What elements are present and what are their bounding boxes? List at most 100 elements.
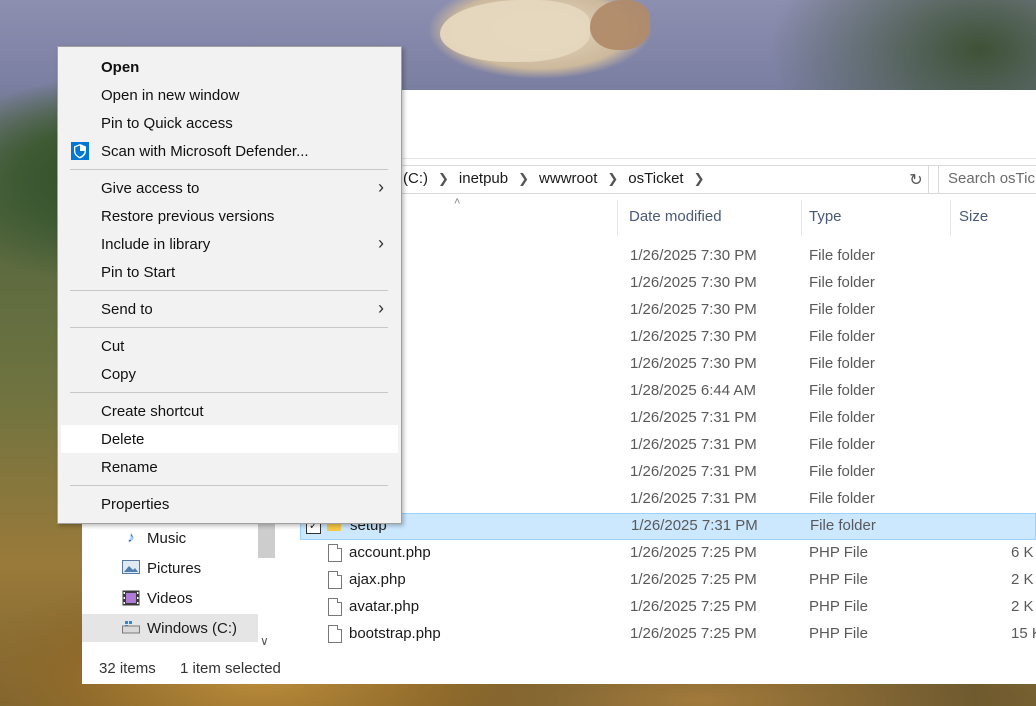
menu-item-give-access[interactable]: Give access to › (61, 174, 398, 202)
menu-item-label: Scan with Microsoft Defender... (101, 143, 309, 160)
file-type: File folder (809, 490, 875, 507)
file-row[interactable]: 1/26/2025 7:30 PM File folder (300, 297, 1036, 324)
file-type: File folder (809, 409, 875, 426)
defender-shield-icon (71, 142, 89, 160)
menu-item-delete[interactable]: Delete (61, 425, 398, 453)
chevron-right-icon: › (378, 298, 384, 318)
chevron-right-icon[interactable]: ❯ (607, 171, 618, 187)
file-date: 1/26/2025 7:31 PM (630, 490, 757, 507)
menu-item-properties[interactable]: Properties (61, 490, 398, 518)
breadcrumb-item[interactable]: wwwroot (539, 170, 597, 187)
file-row-selected[interactable]: ✓ setup 1/26/2025 7:31 PM File folder (300, 513, 1036, 540)
file-date: 1/26/2025 7:30 PM (630, 355, 757, 372)
chevron-right-icon[interactable]: ❯ (438, 171, 449, 187)
scroll-down-icon[interactable]: ∨ (260, 634, 269, 648)
search-input[interactable] (939, 166, 1036, 191)
column-header-date[interactable]: Date modified (629, 208, 722, 230)
menu-separator (70, 485, 388, 486)
file-type: File folder (810, 517, 876, 534)
file-row[interactable]: 1/26/2025 7:30 PM File folder (300, 243, 1036, 270)
file-icon (328, 625, 342, 643)
column-header-type[interactable]: Type (809, 208, 842, 230)
file-list: 1/26/2025 7:30 PM File folder 1/26/2025 7… (300, 243, 1036, 648)
file-type: File folder (809, 274, 875, 291)
breadcrumb-item[interactable]: osTicket (628, 170, 683, 187)
file-date: 1/26/2025 7:25 PM (630, 571, 757, 588)
status-selected-count: 1 item selected (180, 660, 281, 677)
status-bar: 32 items 1 item selected (82, 656, 1036, 684)
menu-item-copy[interactable]: Copy (61, 360, 398, 388)
nav-item-label: Pictures (147, 560, 202, 577)
music-note-icon: ♪ (127, 529, 135, 546)
breadcrumb-item[interactable]: inetpub (459, 170, 508, 187)
menu-item-label: Properties (101, 496, 170, 513)
menu-item-restore-versions[interactable]: Restore previous versions (61, 202, 398, 230)
wallpaper-antler (590, 0, 650, 50)
refresh-icon[interactable]: ↻ (904, 165, 929, 194)
column-divider[interactable] (617, 200, 618, 236)
nav-item-videos[interactable]: Videos (82, 584, 258, 612)
file-date: 1/26/2025 7:31 PM (630, 463, 757, 480)
menu-item-scan-defender[interactable]: Scan with Microsoft Defender... (61, 137, 398, 165)
nav-item-label: Videos (147, 590, 193, 607)
file-name: bootstrap.php (349, 625, 441, 642)
file-type: PHP File (809, 571, 868, 588)
nav-item-windows-c[interactable]: Windows (C:) (82, 614, 258, 642)
menu-item-label: Include in library (101, 236, 211, 253)
menu-item-cut[interactable]: Cut (61, 332, 398, 360)
column-header-size[interactable]: Size (959, 208, 988, 230)
file-row[interactable]: 1/26/2025 7:31 PM File folder (300, 405, 1036, 432)
file-icon (328, 598, 342, 616)
menu-item-include-library[interactable]: Include in library › (61, 230, 398, 258)
file-date: 1/28/2025 6:44 AM (630, 382, 756, 399)
file-name: avatar.php (349, 598, 420, 615)
file-date: 1/26/2025 7:30 PM (630, 274, 757, 291)
menu-item-label: Copy (101, 366, 137, 383)
file-icon (328, 544, 342, 562)
file-row[interactable]: 1/26/2025 7:31 PM File folder (300, 432, 1036, 459)
nav-item-music[interactable]: ♪ Music (82, 524, 258, 552)
chevron-right-icon[interactable]: ❯ (694, 171, 705, 187)
menu-item-pin-quick-access[interactable]: Pin to Quick access (61, 109, 398, 137)
file-row[interactable]: 1/26/2025 7:31 PM File folder (300, 486, 1036, 513)
menu-item-create-shortcut[interactable]: Create shortcut (61, 397, 398, 425)
menu-item-label: Delete (101, 431, 145, 448)
file-row[interactable]: 1/26/2025 7:30 PM File folder (300, 351, 1036, 378)
column-divider[interactable] (950, 200, 951, 236)
file-row[interactable]: 1/26/2025 7:30 PM File folder (300, 270, 1036, 297)
file-row[interactable]: 1/26/2025 7:30 PM File folder (300, 324, 1036, 351)
file-row[interactable]: avatar.php 1/26/2025 7:25 PM PHP File 2 … (300, 594, 1036, 621)
nav-scrollbar-thumb[interactable] (258, 522, 275, 558)
file-type: File folder (809, 436, 875, 453)
nav-item-pictures[interactable]: Pictures (82, 554, 258, 582)
menu-item-label: Pin to Quick access (101, 115, 233, 132)
file-date: 1/26/2025 7:30 PM (630, 328, 757, 345)
column-divider[interactable] (801, 200, 802, 236)
file-row[interactable]: ajax.php 1/26/2025 7:25 PM PHP File 2 K (300, 567, 1036, 594)
menu-item-label: Cut (101, 338, 125, 355)
status-item-count: 32 items (99, 660, 156, 677)
file-row[interactable]: account.php 1/26/2025 7:25 PM PHP File 6… (300, 540, 1036, 567)
chevron-right-icon: › (378, 177, 384, 197)
menu-item-send-to[interactable]: Send to › (61, 295, 398, 323)
file-size: 2 K (1011, 598, 1034, 615)
breadcrumb-item[interactable]: (C:) (403, 170, 428, 187)
file-row[interactable]: 1/26/2025 7:31 PM File folder (300, 459, 1036, 486)
file-row[interactable]: 1/28/2025 6:44 AM File folder (300, 378, 1036, 405)
menu-item-open[interactable]: Open (61, 53, 398, 81)
menu-separator (70, 327, 388, 328)
file-row[interactable]: bootstrap.php 1/26/2025 7:25 PM PHP File… (300, 621, 1036, 648)
nav-item-label: Music (147, 530, 187, 547)
sort-ascending-icon: ˄ (454, 196, 461, 208)
menu-item-label: Rename (101, 459, 158, 476)
menu-separator (70, 392, 388, 393)
context-menu: Open Open in new window Pin to Quick acc… (57, 46, 402, 524)
menu-item-pin-start[interactable]: Pin to Start (61, 258, 398, 286)
file-date: 1/26/2025 7:30 PM (630, 247, 757, 264)
search-box[interactable] (938, 165, 1036, 194)
menu-item-open-new-window[interactable]: Open in new window (61, 81, 398, 109)
menu-item-label: Restore previous versions (101, 208, 275, 225)
file-name: account.php (349, 544, 431, 561)
menu-item-rename[interactable]: Rename (61, 453, 398, 481)
chevron-right-icon[interactable]: ❯ (518, 171, 529, 187)
